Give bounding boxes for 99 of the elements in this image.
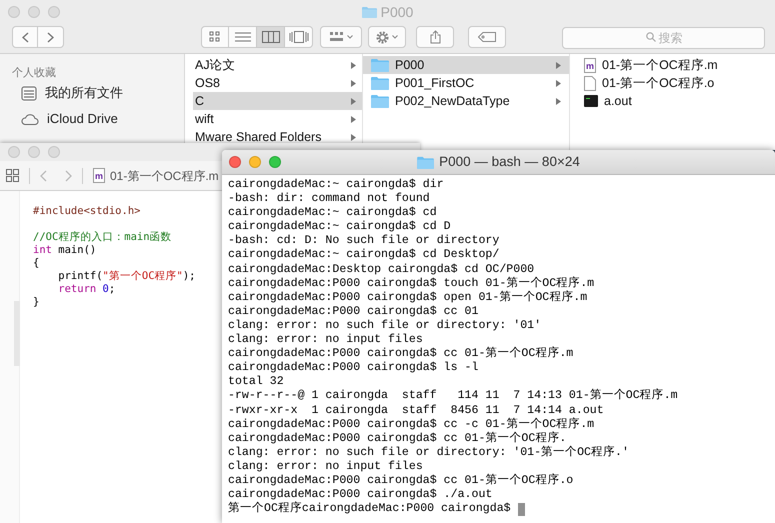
sidebar-header: 个人收藏 (12, 66, 57, 80)
code-line: int main() (33, 244, 96, 257)
item-label: OS8 (195, 74, 222, 92)
back-button[interactable] (12, 26, 38, 48)
folder-icon (371, 58, 389, 72)
browser-item[interactable]: C (193, 92, 362, 110)
share-icon (430, 30, 440, 44)
sidebar-item-label: 我的所有文件 (45, 84, 123, 102)
terminal-line: clang: error: no such file or directory: '01-第一个OC程序.' (228, 446, 629, 460)
item-label: a.out (604, 92, 633, 110)
terminal-line: clang: error: no such file or directory: '01' (228, 318, 542, 334)
browser-item[interactable]: P000 (363, 56, 569, 74)
terminal-line: cairongdadeMac:P000 cairongda$ cc -c 01-第一个OC程序.m (228, 418, 594, 431)
code-line: //OC程序的入口：main函数 (33, 231, 172, 244)
browser-item[interactable]: P001_FirstOC (363, 74, 569, 92)
back-icon (22, 32, 28, 42)
browser-item[interactable]: OS8 (193, 74, 362, 92)
terminal-line: clang: error: no input files (228, 333, 423, 348)
arrange-button[interactable] (320, 26, 362, 48)
view-mode-button[interactable] (285, 26, 313, 48)
sidebar-item[interactable]: 我的所有文件 (12, 80, 184, 106)
terminal-line: cairongdadeMac:P000 cairongda$ cc 01-第一个OC程序. (228, 432, 566, 446)
source-file-icon: m (93, 168, 105, 183)
code-line: #include<stdio.h> (33, 205, 140, 218)
folder-icon (362, 6, 377, 18)
terminal-line: cairongdadeMac:~ cairongda$ cd (228, 206, 437, 220)
folder-icon (371, 94, 389, 108)
code-line: } (33, 296, 40, 309)
search-field[interactable]: 搜索 (562, 27, 765, 49)
browser-item[interactable]: 01-第一个OC程序.o (576, 74, 775, 92)
share-button[interactable] (416, 26, 454, 48)
browser-item[interactable]: wift (193, 110, 362, 128)
tag-button[interactable] (468, 26, 506, 48)
source-file-icon: m (584, 58, 596, 72)
tag-icon (478, 32, 496, 42)
jump-bar-item[interactable]: m 01-第一个OC程序.m (93, 166, 219, 184)
browser-item[interactable]: P002_NewDataType (363, 92, 569, 110)
terminal-line: total 32 (228, 375, 284, 390)
action-button[interactable] (368, 26, 406, 48)
terminal-line: cairongdadeMac:P000 cairongda$ cc 01 (228, 304, 478, 319)
terminal-line: -bash: dir: command not found (228, 192, 430, 206)
terminal-line: cairongdadeMac:P000 cairongda$ touch 01-第一个OC程序.m (228, 276, 594, 290)
document-icon (584, 76, 596, 90)
view-mode-button[interactable] (201, 26, 229, 48)
forward-icon[interactable] (65, 170, 72, 182)
code-line: printf("第一个OC程序"); (57, 270, 196, 283)
grid-icon (330, 32, 344, 42)
folder-icon (371, 76, 389, 90)
window-title: P000 — bash — 80×24 (439, 152, 580, 171)
item-label: 01-第一个OC程序.o (602, 74, 716, 92)
view-mode-button[interactable] (257, 26, 285, 48)
terminal-line: clang: error: no input files (228, 460, 423, 474)
terminal-line: cairongdadeMac:P000 cairongda$ ./a.out (228, 488, 492, 502)
terminal-line: -bash: cd: D: No such file or directory (228, 234, 500, 248)
folder-icon (417, 156, 434, 168)
item-label: P002_NewDataType (395, 92, 511, 110)
grid-icon (6, 169, 19, 182)
browser-item[interactable]: a.out (576, 92, 775, 110)
coverflow-icon (288, 31, 308, 43)
item-label: P001_FirstOC (395, 74, 476, 92)
terminal-line: cairongdadeMac:~ cairongda$ cd D (228, 220, 451, 234)
code-line: { (33, 257, 40, 270)
terminal-line: cairongdadeMac:P000 cairongda$ ls -l (228, 361, 478, 376)
terminal-line: 第一个OC程序cairongdadeMac:P000 cairongda$ (228, 502, 511, 516)
terminal-line: cairongdadeMac:~ cairongda$ dir (228, 178, 444, 192)
back-icon[interactable] (40, 170, 47, 182)
terminal-icon (584, 95, 598, 107)
code-line: return 0; (57, 283, 116, 296)
terminal-line: -rw-r--r--@ 1 cairongda staff 114 11 7 14:13 01-第一个OC程序.m (228, 389, 678, 404)
item-label: 01-第一个OC程序.m (602, 56, 719, 74)
search-icon (646, 32, 656, 42)
files-icon (21, 86, 37, 100)
terminal-line: cairongdadeMac:~ cairongda$ cd Desktop/ (228, 248, 500, 263)
columns-icon (262, 31, 280, 43)
caret-icon (392, 35, 398, 39)
forward-icon (47, 32, 54, 42)
terminal-line: cairongdadeMac:P000 cairongda$ cc 01-第一个OC程序.o (228, 474, 574, 488)
gear-icon (376, 30, 389, 44)
browser-item[interactable]: Mware Shared Folders (193, 128, 362, 146)
item-label: Mware Shared Folders (195, 128, 322, 146)
terminal-line: cairongdadeMac:Desktop cairongda$ cd OC/P000 (228, 262, 534, 276)
sidebar-item[interactable]: iCloud Drive (12, 106, 184, 132)
terminal-line: -rwxr-xr-x 1 cairongda staff 8456 11 7 14:14 a.out (228, 404, 604, 417)
item-label: P000 (395, 56, 426, 74)
caret-icon (346, 35, 352, 39)
forward-button[interactable] (38, 26, 64, 48)
browser-item[interactable]: AJ论文 (193, 56, 362, 74)
item-label: wift (195, 110, 215, 128)
cloud-icon (21, 113, 39, 125)
item-label: AJ论文 (195, 56, 237, 74)
view-mode-button[interactable] (229, 26, 257, 48)
sidebar-item-label: iCloud Drive (47, 110, 118, 128)
item-label: C (195, 92, 206, 110)
grid-icon (209, 31, 221, 43)
list-icon (234, 31, 250, 43)
browser-item[interactable]: m 01-第一个OC程序.m (576, 56, 775, 74)
terminal-line: cairongdadeMac:P000 cairongda$ open 01-第一个OC程序.m (228, 290, 588, 305)
window-title: P000 (380, 2, 414, 22)
terminal-line: cairongdadeMac:P000 cairongda$ cc 01-第一个OC程序.m (228, 347, 574, 362)
